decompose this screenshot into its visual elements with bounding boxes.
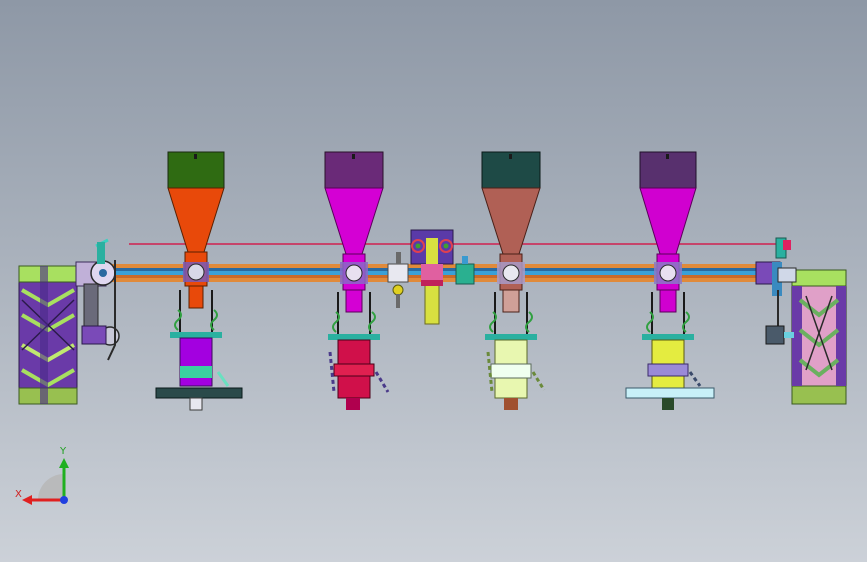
right-press-wheel [791,269,847,405]
right-drive-assembly [755,237,797,345]
axis-triad: Y X [15,446,69,505]
seed-tube [179,337,213,387]
axis-x-label: X [15,489,22,500]
axis-y-label: Y [59,446,67,457]
hopper-funnel [167,187,225,253]
left-drive-assembly [75,238,120,361]
cad-viewport: Y X [15,151,847,505]
left-press-wheel [18,265,78,405]
